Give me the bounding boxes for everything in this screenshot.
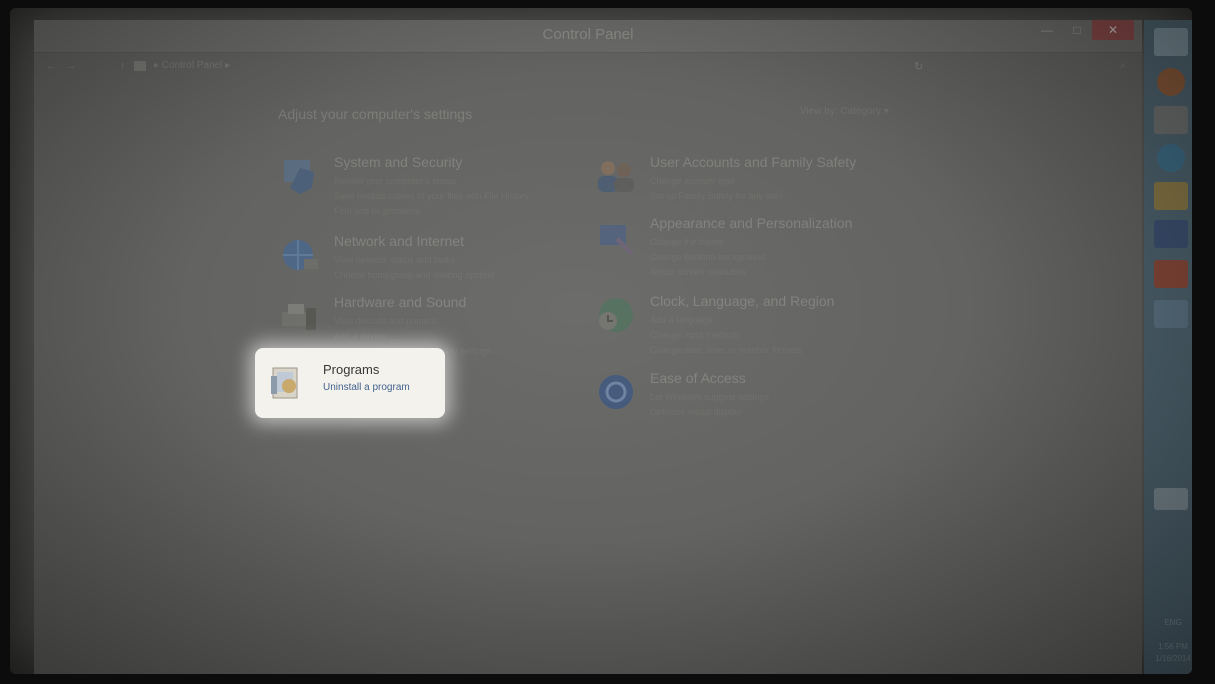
category-programs[interactable]: Programs Uninstall a program: [255, 348, 445, 418]
language-indicator[interactable]: ENG: [1150, 618, 1192, 627]
title-bar: Control Panel — □ ✕: [34, 20, 1142, 53]
address-bar: ← → ↑ ▸ Control Panel ▸ ↻ ⌕: [34, 56, 1142, 80]
minimize-button[interactable]: —: [1034, 20, 1060, 40]
page-title: Adjust your computer's settings: [278, 106, 473, 122]
clock-globe-icon: [599, 298, 633, 332]
powerpoint-icon[interactable]: [1154, 260, 1188, 288]
store-icon[interactable]: [1154, 106, 1188, 134]
view-by-label: View by:: [800, 106, 838, 117]
category-link[interactable]: Find and fix problems: [334, 206, 420, 216]
category-title[interactable]: Programs: [323, 362, 379, 377]
clock-date[interactable]: 1/16/2014: [1150, 654, 1192, 663]
control-panel-small-icon: [134, 61, 146, 71]
globe-network-icon: [283, 240, 318, 270]
file-explorer-icon[interactable]: [1154, 182, 1188, 210]
screen: Control Panel — □ ✕ ← → ↑ ▸ Control Pane…: [10, 8, 1192, 674]
category-title[interactable]: Clock, Language, and Region: [650, 293, 834, 309]
category-title[interactable]: System and Security: [334, 154, 462, 170]
category-title[interactable]: Network and Internet: [334, 233, 464, 249]
category-link[interactable]: Save backup copies of your files with Fi…: [334, 191, 529, 201]
accessibility-icon: [599, 375, 633, 409]
category-link[interactable]: Set up Family Safety for any user: [650, 191, 783, 201]
category-link[interactable]: Add a language: [650, 315, 713, 325]
category-title[interactable]: Appearance and Personalization: [650, 215, 852, 231]
category-link[interactable]: Adjust screen resolution: [650, 267, 746, 277]
category-title[interactable]: Ease of Access: [650, 370, 746, 386]
close-button[interactable]: ✕: [1092, 20, 1134, 40]
category-link[interactable]: View network status and tasks: [334, 255, 455, 265]
category-title[interactable]: Hardware and Sound: [334, 294, 466, 310]
uninstall-program-link[interactable]: Uninstall a program: [323, 382, 410, 393]
programs-box-icon: [271, 367, 298, 399]
refresh-button[interactable]: ↻: [914, 60, 923, 73]
back-button[interactable]: ←: [46, 60, 57, 72]
window-title: Control Panel: [542, 26, 634, 43]
category-link[interactable]: Change the theme: [650, 237, 724, 247]
category-link[interactable]: Review your computer's status: [334, 176, 456, 186]
view-by[interactable]: View by: Category ▾: [800, 106, 889, 117]
category-link[interactable]: Add a device: [334, 331, 386, 341]
clock-time[interactable]: 1:56 PM: [1150, 642, 1192, 651]
maximize-button[interactable]: □: [1064, 20, 1090, 40]
category-link[interactable]: Change desktop background: [650, 252, 765, 262]
up-button[interactable]: ↑: [120, 60, 126, 72]
category-link[interactable]: Change input methods: [650, 330, 741, 340]
category-link[interactable]: Let Windows suggest settings: [650, 392, 769, 402]
forward-button[interactable]: →: [66, 60, 77, 72]
windows-start-icon[interactable]: [1154, 28, 1188, 56]
search-icon[interactable]: ⌕: [1120, 60, 1126, 73]
control-panel-icon[interactable]: [1154, 300, 1188, 328]
printer-speaker-icon: [282, 304, 316, 330]
ie-icon[interactable]: [1157, 144, 1185, 172]
category-link[interactable]: View devices and printers: [334, 316, 436, 326]
view-by-select[interactable]: Category ▾: [840, 106, 888, 117]
keyboard-icon[interactable]: [1154, 488, 1188, 510]
category-link[interactable]: Choose homegroup and sharing options: [334, 270, 494, 280]
firefox-icon[interactable]: [1157, 68, 1185, 96]
category-link[interactable]: Change date, time, or number formats: [650, 345, 802, 355]
category-link[interactable]: Optimize visual display: [650, 407, 742, 417]
word-icon[interactable]: [1154, 220, 1188, 248]
category-link[interactable]: Change account type: [650, 176, 735, 186]
category-title[interactable]: User Accounts and Family Safety: [650, 154, 856, 170]
control-panel-window: Control Panel — □ ✕ ← → ↑ ▸ Control Pane…: [34, 20, 1142, 674]
paintbrush-display-icon: [600, 225, 634, 255]
users-icon: [598, 161, 634, 192]
shield-computer-icon: [284, 160, 314, 194]
breadcrumb[interactable]: ▸ Control Panel ▸: [154, 60, 230, 71]
taskbar: ENG 1:56 PM 1/16/2014: [1144, 20, 1192, 674]
